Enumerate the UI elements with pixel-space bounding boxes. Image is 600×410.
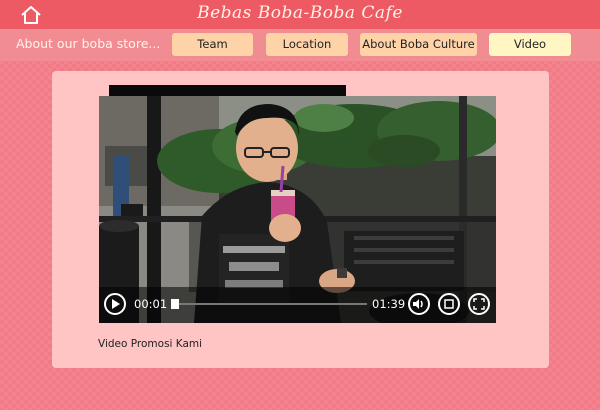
volume-icon [413,299,423,309]
video-player[interactable]: 00:01 01:39 [99,96,496,323]
nav-button-about-boba-culture[interactable]: About Boba Culture [360,33,477,56]
crop-screen-button[interactable] [438,293,460,315]
video-caption: Video Promosi Kami [98,338,203,350]
play-icon [112,299,120,309]
play-button[interactable] [104,293,126,315]
crop-screen-icon [444,299,454,309]
fullscreen-button[interactable] [468,293,490,315]
site-title: Bebas Boba-Boba Cafe [197,3,403,23]
nav-bar: About our boba store... Team Location Ab… [0,29,600,61]
seek-bar[interactable] [177,303,367,305]
video-controls: 00:01 01:39 [99,287,496,323]
top-bar: Bebas Boba-Boba Cafe [0,0,600,29]
seek-thumb[interactable] [171,299,179,309]
nav-button-location[interactable]: Location [266,33,348,56]
video-top-bar [109,85,346,96]
current-time: 00:01 [134,297,168,311]
nav-button-team[interactable]: Team [172,33,253,56]
nav-button-video[interactable]: Video [489,33,571,56]
duration: 01:39 [372,297,406,311]
nav-caption: About our boba store... [16,36,161,51]
volume-button[interactable] [408,293,430,315]
fullscreen-icon [473,298,485,310]
